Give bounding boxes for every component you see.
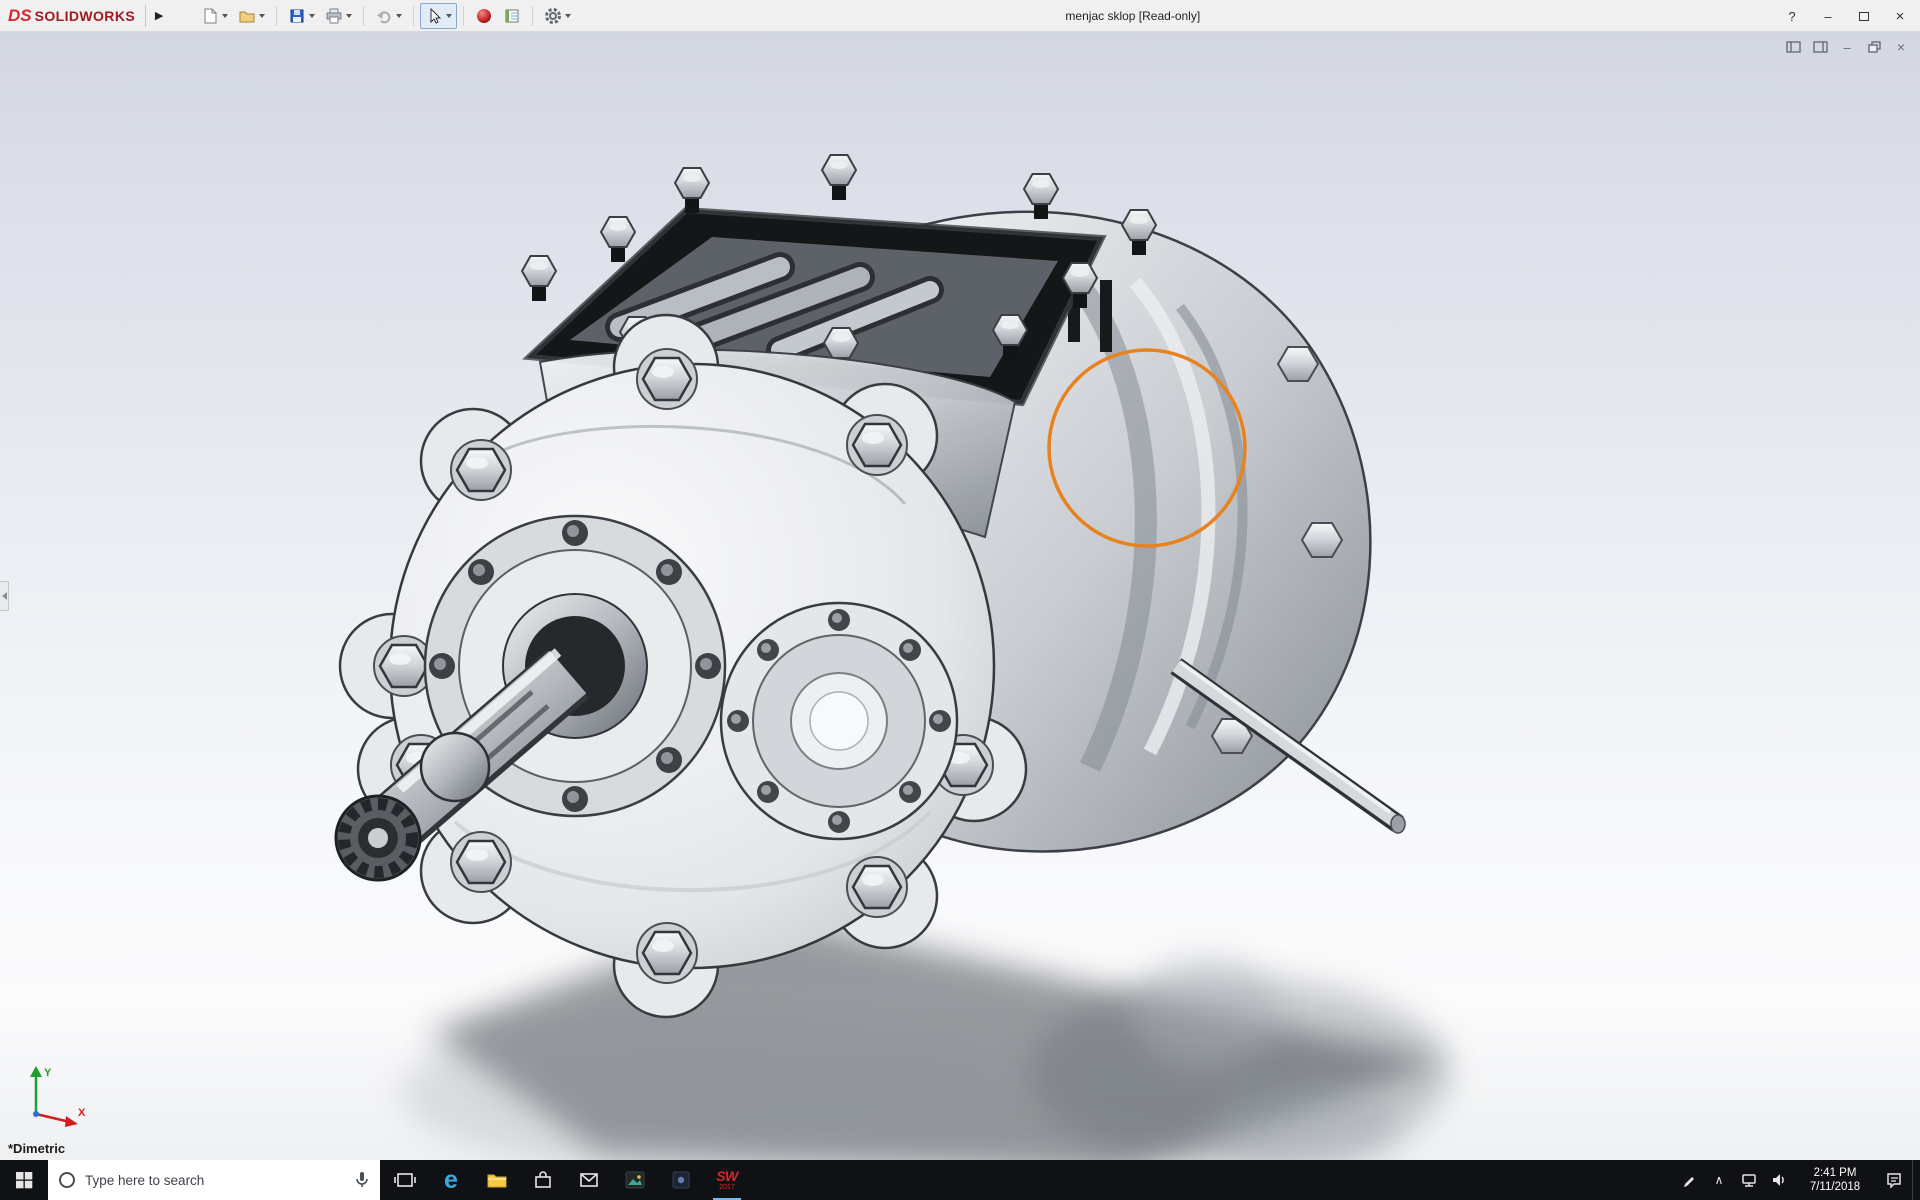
- pen-workspace-icon[interactable]: [1674, 1160, 1704, 1200]
- photos-icon: [624, 1169, 646, 1191]
- edge-browser-icon[interactable]: e: [428, 1160, 474, 1200]
- maximize-icon: [1859, 12, 1869, 21]
- taskbar-clock[interactable]: 2:41 PM 7/11/2018: [1794, 1160, 1876, 1200]
- document-window-controls: – ×: [1782, 37, 1912, 57]
- model-shadow: [400, 912, 1450, 1160]
- minimize-button[interactable]: –: [1810, 0, 1846, 32]
- orientation-triad: Y X: [16, 1060, 96, 1138]
- shopping-bag-icon: [532, 1169, 554, 1191]
- help-button[interactable]: ?: [1774, 0, 1810, 32]
- store-app-icon[interactable]: [520, 1160, 566, 1200]
- print-button[interactable]: [320, 3, 357, 29]
- front-plate: [336, 315, 1026, 1017]
- output-flange: [721, 603, 957, 839]
- pane-right-icon: [1813, 41, 1828, 53]
- ethernet-icon: [1740, 1171, 1758, 1189]
- taskbar: e: [0, 1160, 1920, 1200]
- options-button[interactable]: [539, 3, 576, 29]
- chevron-down-icon: [446, 14, 452, 18]
- divider: [463, 6, 464, 26]
- search-icon: [58, 1171, 76, 1189]
- pane-right-button[interactable]: [1809, 37, 1831, 57]
- divider: [532, 6, 533, 26]
- task-view-icon: [394, 1169, 416, 1191]
- speaker-icon: [1770, 1171, 1788, 1189]
- envelope-icon: [578, 1169, 600, 1191]
- taskbar-apps: e: [382, 1160, 750, 1200]
- ds-logo-icon: DS: [8, 6, 32, 26]
- windows-start-icon: [15, 1171, 33, 1189]
- app-name: SOLIDWORKS: [35, 8, 135, 24]
- chevron-down-icon: [565, 14, 571, 18]
- divider: [276, 6, 277, 26]
- undo-icon: [375, 7, 393, 25]
- chevron-down-icon: [259, 14, 265, 18]
- show-desktop-button[interactable]: [1912, 1160, 1918, 1200]
- design-binder-button[interactable]: [498, 3, 526, 29]
- divider: [363, 6, 364, 26]
- clock-date: 7/11/2018: [1810, 1180, 1860, 1194]
- microphone-icon: [354, 1171, 370, 1189]
- chevron-down-icon: [309, 14, 315, 18]
- print-icon: [325, 7, 343, 25]
- doc-minimize-button[interactable]: –: [1836, 37, 1858, 57]
- pen-icon: [1681, 1172, 1697, 1188]
- close-button[interactable]: ×: [1882, 0, 1918, 32]
- notifications-icon: [1885, 1171, 1903, 1189]
- doc-restore-icon: [1868, 41, 1881, 53]
- menu-expand-arrow[interactable]: ▶: [150, 9, 168, 22]
- save-icon: [288, 7, 306, 25]
- mail-app-icon[interactable]: [566, 1160, 612, 1200]
- divider: [145, 5, 146, 27]
- folder-icon: [486, 1169, 508, 1191]
- pane-left-button[interactable]: [1782, 37, 1804, 57]
- triad-x-label: X: [78, 1107, 86, 1119]
- appearance-sphere-icon: [475, 7, 493, 25]
- open-folder-icon: [238, 7, 256, 25]
- dark-app-icon: [670, 1169, 692, 1191]
- design-binder-icon: [503, 7, 521, 25]
- model-3d-gearbox[interactable]: [0, 32, 1920, 1160]
- new-document-icon: [201, 7, 219, 25]
- doc-restore-button[interactable]: [1863, 37, 1885, 57]
- clock-time: 2:41 PM: [1814, 1166, 1857, 1180]
- document-title: menjac sklop [Read-only]: [1065, 0, 1200, 32]
- taskbar-search[interactable]: [48, 1160, 380, 1200]
- titlebar: DS SOLIDWORKS ▶: [0, 0, 1920, 32]
- view-orientation-label: *Dimetric: [8, 1141, 65, 1156]
- chevron-down-icon: [396, 14, 402, 18]
- solidworks-app-icon[interactable]: SW 2017: [704, 1160, 750, 1200]
- undo-button[interactable]: [370, 3, 407, 29]
- chevron-down-icon: [346, 14, 352, 18]
- triad-y-label: Y: [44, 1067, 52, 1079]
- system-tray: ∧ 2:41 PM 7/11/2018: [1674, 1160, 1920, 1200]
- save-button[interactable]: [283, 3, 320, 29]
- appearance-button[interactable]: [470, 3, 498, 29]
- maximize-button[interactable]: [1846, 0, 1882, 32]
- network-icon[interactable]: [1734, 1160, 1764, 1200]
- divider: [413, 6, 414, 26]
- pane-left-icon: [1786, 41, 1801, 53]
- start-button[interactable]: [0, 1160, 48, 1200]
- options-gear-icon: [544, 7, 562, 25]
- unknown-app-icon[interactable]: [658, 1160, 704, 1200]
- search-input[interactable]: [85, 1173, 345, 1188]
- graphics-viewport[interactable]: – ×: [0, 32, 1920, 1160]
- file-explorer-icon[interactable]: [474, 1160, 520, 1200]
- volume-icon[interactable]: [1764, 1160, 1794, 1200]
- new-document-button[interactable]: [196, 3, 233, 29]
- select-tool-button[interactable]: [420, 3, 457, 29]
- select-cursor-icon: [425, 7, 443, 25]
- window-controls: ? – ×: [1774, 0, 1918, 32]
- solidworks-logo: DS SOLIDWORKS: [8, 6, 141, 26]
- hidden-icons-button[interactable]: ∧: [1704, 1160, 1734, 1200]
- photos-app-icon[interactable]: [612, 1160, 658, 1200]
- chevron-down-icon: [222, 14, 228, 18]
- task-view-button[interactable]: [382, 1160, 428, 1200]
- open-button[interactable]: [233, 3, 270, 29]
- doc-close-button[interactable]: ×: [1890, 37, 1912, 57]
- action-center-icon[interactable]: [1876, 1160, 1912, 1200]
- standard-toolbar: [196, 3, 576, 29]
